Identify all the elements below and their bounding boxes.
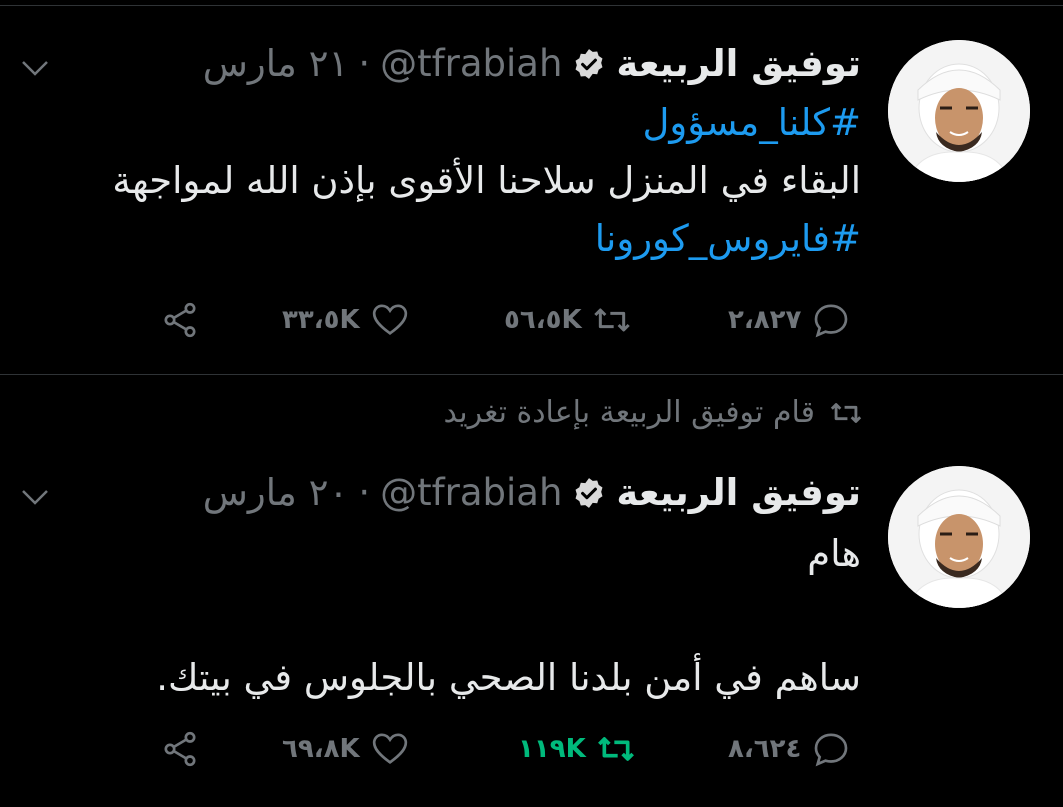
tweet-actions: ٦٩،٨K ١١٩K ٨،٦٢٤ (150, 724, 870, 774)
tweet-text-line: ساهم في أمن بلدنا الصحي بالجلوس في بيتك. (156, 656, 861, 699)
retweet-button[interactable]: ٥٦،٥K (504, 295, 632, 345)
reply-icon (815, 733, 848, 767)
tweet-2[interactable]: قام توفيق الربيعة بإعادة تغريد توفيق الر… (0, 375, 1063, 807)
retweet-icon (593, 308, 630, 332)
share-icon (164, 731, 196, 767)
reply-count: ٨،٦٢٤ (728, 734, 802, 764)
like-count: ٣٣،٥K (282, 305, 360, 335)
display-name[interactable]: توفيق الربيعة (616, 42, 861, 86)
avatar[interactable] (888, 466, 1030, 608)
avatar-image (888, 40, 1030, 182)
handle[interactable]: @tfrabiah (380, 471, 562, 515)
retweet-button[interactable]: ١١٩K (518, 724, 636, 774)
tweet-header: توفيق الربيعة @tfrabiah · ٢٠ مارس (203, 471, 861, 515)
retweet-icon (597, 737, 634, 761)
reply-icon (815, 304, 848, 338)
hashtag-link[interactable]: #كلنا_مسؤول (112, 94, 862, 152)
timestamp[interactable]: ٢٠ مارس (203, 471, 349, 515)
separator-dot: · (358, 42, 371, 85)
tweet-text-line: هام (807, 532, 861, 575)
separator-dot: · (358, 471, 371, 514)
retweet-context: قام توفيق الربيعة بإعادة تغريد (443, 395, 863, 430)
share-button[interactable] (160, 295, 200, 345)
tweet-text: هام ساهم في أمن بلدنا الصحي بالجلوس في ب… (156, 523, 861, 709)
chevron-down-icon[interactable] (20, 58, 50, 78)
hashtag-link[interactable]: #فايروس_كورونا (112, 210, 861, 268)
share-button[interactable] (160, 724, 200, 774)
tweet-text-line: البقاء في المنزل سلاحنا الأقوى بإذن الله… (112, 159, 861, 202)
chevron-down-icon[interactable] (20, 487, 50, 507)
retweet-count: ٥٦،٥K (504, 305, 582, 335)
display-name[interactable]: توفيق الربيعة (616, 471, 861, 515)
reply-button[interactable]: ٢،٨٢٧ (728, 295, 851, 345)
tweet-text: #كلنا_مسؤول البقاء في المنزل سلاحنا الأق… (112, 94, 861, 268)
share-icon (164, 302, 196, 338)
like-button[interactable]: ٣٣،٥K (282, 295, 410, 345)
retweet-icon (830, 402, 862, 423)
tweet-actions: ٣٣،٥K ٥٦،٥K ٢،٨٢٧ (150, 295, 870, 345)
retweeted-by-label[interactable]: قام توفيق الربيعة بإعادة تغريد (443, 395, 815, 430)
tweet-text-line (156, 585, 861, 647)
heart-icon (372, 733, 407, 764)
like-count: ٦٩،٨K (282, 734, 360, 764)
avatar[interactable] (888, 40, 1030, 182)
verified-badge-icon (575, 478, 603, 508)
timestamp[interactable]: ٢١ مارس (203, 42, 349, 86)
tweet-1[interactable]: توفيق الربيعة @tfrabiah · ٢١ مارس #كلنا_… (0, 6, 1063, 374)
reply-button[interactable]: ٨،٦٢٤ (728, 724, 851, 774)
like-button[interactable]: ٦٩،٨K (282, 724, 410, 774)
avatar-image (888, 466, 1030, 608)
retweet-count: ١١٩K (518, 734, 586, 764)
handle[interactable]: @tfrabiah (380, 42, 562, 86)
reply-count: ٢،٨٢٧ (728, 305, 802, 335)
tweet-header: توفيق الربيعة @tfrabiah · ٢١ مارس (203, 42, 861, 86)
heart-icon (372, 304, 407, 335)
verified-badge-icon (575, 49, 603, 79)
